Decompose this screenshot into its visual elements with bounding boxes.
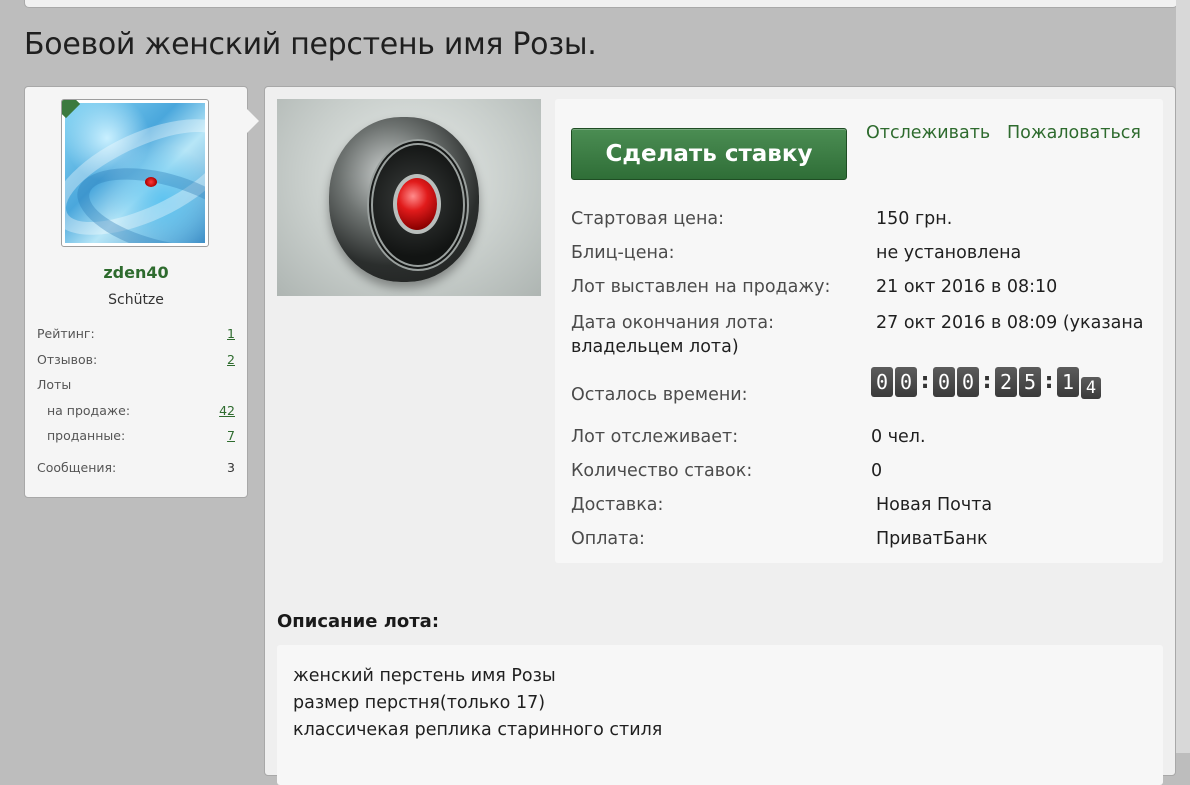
product-photo[interactable] (277, 99, 541, 296)
description-heading: Описание лота: (277, 611, 440, 632)
stat-on-sale: на продаже: 42 (37, 398, 235, 424)
timer-separator: : (982, 369, 992, 394)
end-date-value: 27 окт 2016 в 08:09 (указана (876, 313, 1144, 333)
timer-digit: 2 (995, 367, 1017, 397)
avatar[interactable] (61, 99, 209, 247)
card-pointer (247, 109, 259, 133)
avatar-image (65, 103, 205, 243)
place-bid-button[interactable]: Сделать ставку (571, 128, 847, 180)
ring-gem (393, 174, 441, 234)
reviews-link[interactable]: 2 (227, 347, 235, 373)
lot-details: Стартовая цена: 150 грн. Блиц-цена: не у… (571, 209, 1156, 563)
row-time-remaining: Осталось времени: 00:00:25:14 (571, 361, 1156, 427)
blitz-price-value: не установлена (876, 243, 1022, 263)
stat-messages: Сообщения: 3 (37, 455, 235, 481)
timer-digit: 0 (871, 367, 893, 397)
scrollbar[interactable] (1176, 0, 1190, 753)
previous-panel-edge (24, 0, 1178, 8)
timer-digit: 0 (957, 367, 979, 397)
stat-rating: Рейтинг: 1 (37, 321, 235, 347)
row-delivery: Доставка: Новая Почта (571, 495, 993, 515)
stat-reviews: Отзывов: 2 (37, 347, 235, 373)
end-date-value-tail: владельцем лота) (571, 337, 739, 357)
page-title: Боевой женский перстень имя Розы. (24, 27, 597, 62)
row-blitz-price: Блиц-цена: не установлена (571, 243, 1022, 263)
row-payment: Оплата: ПриватБанк (571, 529, 988, 549)
seller-title: Schütze (108, 292, 164, 308)
start-price-value: 150 грн. (876, 209, 953, 229)
snake-eye (145, 177, 157, 187)
lot-panel: Сделать ставку Отслеживать Пожаловаться … (264, 86, 1176, 785)
payment-value: ПриватБанк (876, 529, 988, 549)
lot-info: Сделать ставку Отслеживать Пожаловаться … (555, 99, 1163, 563)
bids-count-value: 0 (871, 461, 883, 481)
messages-count: 3 (227, 459, 235, 475)
stat-lots: Лоты (37, 377, 72, 392)
rating-link[interactable]: 1 (227, 321, 235, 347)
on-sale-link[interactable]: 42 (219, 398, 235, 424)
row-start-price: Стартовая цена: 150 грн. (571, 209, 953, 229)
delivery-value: Новая Почта (876, 495, 993, 515)
timer-digit: 1 (1057, 367, 1079, 397)
row-watchers: Лот отслеживает: 0 чел. (571, 427, 926, 447)
description-box: женский перстень имя Розы размер перстня… (277, 645, 1163, 785)
description-line: женский перстень имя Розы (293, 666, 556, 686)
seller-card: zden40 Schütze Рейтинг: 1 Отзывов: 2 Лот… (24, 86, 259, 498)
row-end-date: Дата окончания лота: владельцем лота) 27 … (571, 313, 1144, 357)
row-listed-date: Лот выставлен на продажу: 21 окт 2016 в … (571, 277, 1058, 297)
listed-date-value: 21 окт 2016 в 08:10 (876, 277, 1058, 297)
timer-digit: 0 (933, 367, 955, 397)
watchers-value: 0 чел. (871, 427, 926, 447)
description-line: размер перстня(только 17) (293, 693, 546, 713)
sold-link[interactable]: 7 (227, 423, 235, 449)
report-link[interactable]: Пожаловаться (1007, 123, 1141, 143)
timer-separator: : (920, 369, 930, 394)
timer-digit: 4 (1081, 377, 1101, 399)
watch-link[interactable]: Отслеживать (866, 123, 990, 143)
countdown-timer: 00:00:25:14 (871, 367, 1103, 401)
seller-username[interactable]: zden40 (25, 263, 247, 282)
timer-digit: 0 (895, 367, 917, 397)
timer-separator: : (1044, 369, 1054, 394)
description-line: классичекая реплика старинного стиля (293, 720, 663, 740)
row-bids-count: Количество ставок: 0 (571, 461, 883, 481)
seller-stats: Рейтинг: 1 Отзывов: 2 Лоты на продаже: 4… (37, 321, 235, 480)
timer-digit: 5 (1019, 367, 1041, 397)
stat-sold: проданные: 7 (37, 423, 235, 449)
